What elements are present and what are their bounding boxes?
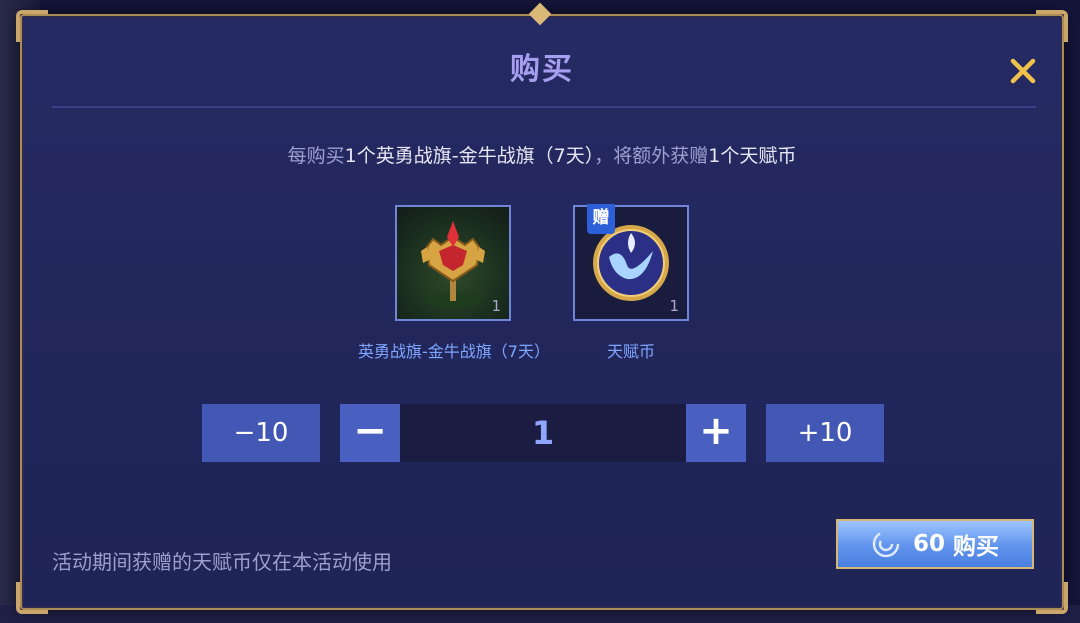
notice-text: 活动期间获赠的天赋币仅在本活动使用 xyxy=(52,550,392,574)
info-item: 1个英勇战旗-金牛战旗（7天） xyxy=(344,145,595,167)
dialog-title: 购买 xyxy=(510,52,574,87)
item-count: 1 xyxy=(669,297,679,315)
close-button[interactable] xyxy=(1006,54,1040,88)
minus-one-button[interactable]: − xyxy=(340,404,400,462)
frame-corner xyxy=(16,10,48,42)
swirl-currency-icon xyxy=(872,530,900,558)
item-card-talent-coin[interactable]: 赠 1 xyxy=(573,204,689,321)
close-x-icon xyxy=(1010,58,1036,84)
gift-badge: 赠 xyxy=(587,204,615,234)
quantity-input[interactable] xyxy=(400,404,686,462)
item-count: 1 xyxy=(491,297,501,315)
frame-corner xyxy=(1036,10,1068,42)
frame-ornament xyxy=(528,2,552,26)
frame-corner xyxy=(1036,582,1068,614)
item-card-banner[interactable]: 1 xyxy=(395,205,511,321)
buy-price: 60 xyxy=(912,531,945,557)
minus-ten-button[interactable]: −10 xyxy=(202,404,320,462)
info-bonus: 1个天赋币 xyxy=(708,145,797,167)
purchase-info-text: 每购买1个英勇战旗-金牛战旗（7天），将额外获赠1个天赋币 xyxy=(22,141,1062,168)
title-divider xyxy=(52,106,1036,108)
info-middle: ，将额外获赠 xyxy=(594,145,709,167)
purchase-dialog: 购买 每购买1个英勇战旗-金牛战旗（7天），将额外获赠1个天赋币 1 赠 1 英… xyxy=(16,2,1068,614)
frame-corner xyxy=(16,582,48,614)
plus-one-button[interactable]: + xyxy=(686,404,746,462)
item-name-banner: 英勇战旗-金牛战旗（7天） xyxy=(358,342,550,361)
buy-label: 购买 xyxy=(953,534,999,560)
buy-button[interactable]: 60 购买 xyxy=(836,519,1034,569)
info-prefix: 每购买 xyxy=(287,145,345,167)
item-name-talent-coin: 天赋币 xyxy=(606,342,655,361)
plus-ten-button[interactable]: +10 xyxy=(766,404,884,462)
